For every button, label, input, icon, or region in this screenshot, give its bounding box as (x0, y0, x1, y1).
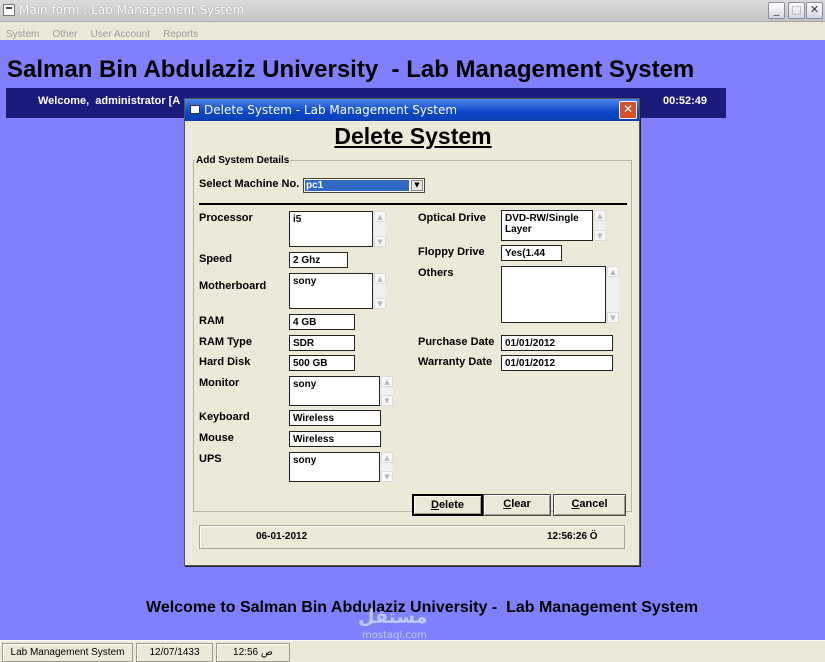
ram-field[interactable]: 4 GB (289, 314, 355, 330)
scroll-up-icon[interactable]: ▲ (381, 452, 393, 463)
ups-label: UPS (199, 453, 222, 465)
optical-drive-label: Optical Drive (418, 212, 486, 224)
motherboard-field[interactable]: sony (289, 273, 373, 309)
hard-disk-field[interactable]: 500 GB (289, 355, 355, 371)
optical-drive-field[interactable]: DVD-RW/Single Layer (501, 210, 593, 241)
close-button[interactable]: ✕ (806, 2, 823, 19)
chevron-down-icon[interactable]: ▼ (411, 180, 423, 191)
speed-field[interactable]: 2 Ghz (289, 252, 348, 268)
maximize-button[interactable]: □ (788, 2, 805, 19)
ups-field[interactable]: sony (289, 452, 380, 482)
scroll-down-icon[interactable]: ▼ (374, 298, 386, 309)
ram-label: RAM (199, 315, 225, 327)
group-label: Add System Details (195, 155, 291, 166)
menu-item-reports[interactable]: Reports (163, 26, 198, 43)
delete-button-accel: D (430, 499, 439, 511)
motherboard-scrollbar[interactable]: ▲ ▼ (374, 273, 386, 309)
machine-select[interactable]: pc1 ▼ (303, 178, 425, 193)
scroll-down-icon[interactable]: ▼ (607, 312, 619, 323)
menu-bar: System Other User Account Reports (0, 22, 825, 40)
warranty-date-label: Warranty Date (418, 356, 493, 368)
monitor-field[interactable]: sony (289, 376, 380, 406)
menu-item-other[interactable]: Other (52, 26, 77, 43)
university-title: Salman Bin Abdulaziz University - Lab Ma… (7, 56, 695, 83)
app-icon (3, 4, 15, 16)
keyboard-label: Keyboard (199, 411, 250, 423)
menu-item-system[interactable]: System (6, 26, 39, 43)
scroll-down-icon[interactable]: ▼ (594, 230, 606, 241)
scroll-down-icon[interactable]: ▼ (381, 395, 393, 406)
clear-button-accel: C (503, 498, 512, 510)
others-field[interactable] (501, 266, 606, 323)
floppy-drive-field[interactable]: Yes(1.44 MB (501, 245, 562, 261)
clear-button[interactable]: Clear (483, 494, 551, 516)
others-label: Others (418, 267, 454, 279)
delete-system-dialog: Delete System - Lab Management System ✕ … (184, 98, 640, 566)
warranty-date-field[interactable]: 01/01/2012 (501, 355, 613, 371)
optical-drive-scrollbar[interactable]: ▲ ▼ (594, 210, 606, 241)
hard-disk-label: Hard Disk (199, 356, 251, 368)
processor-field[interactable]: i5 (289, 211, 373, 247)
scroll-up-icon[interactable]: ▲ (594, 210, 606, 221)
main-window-title: Main form : Lab Management System (19, 3, 245, 17)
monitor-label: Monitor (199, 377, 240, 389)
dialog-titlebar: Delete System - Lab Management System ✕ (185, 99, 639, 121)
purchase-date-label: Purchase Date (418, 336, 495, 348)
dialog-status-bar: 06-01-2012 12:56:26 Ö (199, 525, 625, 549)
divider (199, 203, 627, 205)
clear-button-label: lear (511, 498, 531, 510)
floppy-drive-label: Floppy Drive (418, 246, 485, 258)
scroll-up-icon[interactable]: ▲ (607, 266, 619, 277)
select-machine-label: Select Machine No. (199, 178, 300, 190)
mouse-field[interactable]: Wireless (289, 431, 381, 447)
dialog-title: Delete System - Lab Management System (204, 103, 458, 117)
delete-button-label: elete (438, 499, 465, 511)
ups-scrollbar[interactable]: ▲ ▼ (381, 452, 393, 482)
scroll-up-icon[interactable]: ▲ (381, 376, 393, 387)
status-bar: Lab Management System 12/07/1433 12:56 ص (0, 640, 825, 662)
status-time: 12:56:26 Ö (547, 531, 598, 542)
delete-button[interactable]: Delete (412, 494, 483, 516)
cancel-button-label: ancel (579, 498, 608, 510)
mouse-label: Mouse (199, 432, 234, 444)
others-scrollbar[interactable]: ▲ ▼ (607, 266, 619, 323)
purchase-date-field[interactable]: 01/01/2012 (501, 335, 613, 351)
speed-label: Speed (199, 253, 233, 265)
ram-type-field[interactable]: SDR (289, 335, 355, 351)
scroll-down-icon[interactable]: ▼ (374, 236, 386, 247)
dialog-heading: Delete System (334, 123, 492, 149)
header-clock: 00:52:49 (663, 95, 708, 107)
machine-select-value: pc1 (305, 180, 409, 191)
watermark-logo: مستقل (358, 606, 428, 628)
scroll-up-icon[interactable]: ▲ (374, 273, 386, 284)
cancel-button[interactable]: Cancel (553, 494, 626, 516)
welcome-user-text: Welcome, administrator [A (38, 95, 181, 107)
keyboard-field[interactable]: Wireless (289, 410, 381, 426)
dialog-close-icon[interactable]: ✕ (619, 101, 637, 119)
status-hijri-date: 12/07/1433 (136, 643, 213, 662)
monitor-scrollbar[interactable]: ▲ ▼ (381, 376, 393, 406)
status-date: 06-01-2012 (256, 531, 308, 542)
main-window-titlebar: Main form : Lab Management System _ □ ✕ (0, 0, 825, 22)
minimize-button[interactable]: _ (768, 2, 785, 19)
ram-type-label: RAM Type (199, 336, 252, 348)
processor-label: Processor (199, 212, 253, 224)
dialog-window-icon (190, 105, 200, 114)
scroll-down-icon[interactable]: ▼ (381, 471, 393, 482)
status-app-name: Lab Management System (2, 643, 133, 662)
menu-item-user-account[interactable]: User Account (91, 26, 150, 43)
motherboard-label: Motherboard (199, 280, 267, 292)
scroll-up-icon[interactable]: ▲ (374, 211, 386, 222)
processor-scrollbar[interactable]: ▲ ▼ (374, 211, 386, 247)
status-time: 12:56 ص (216, 643, 290, 662)
